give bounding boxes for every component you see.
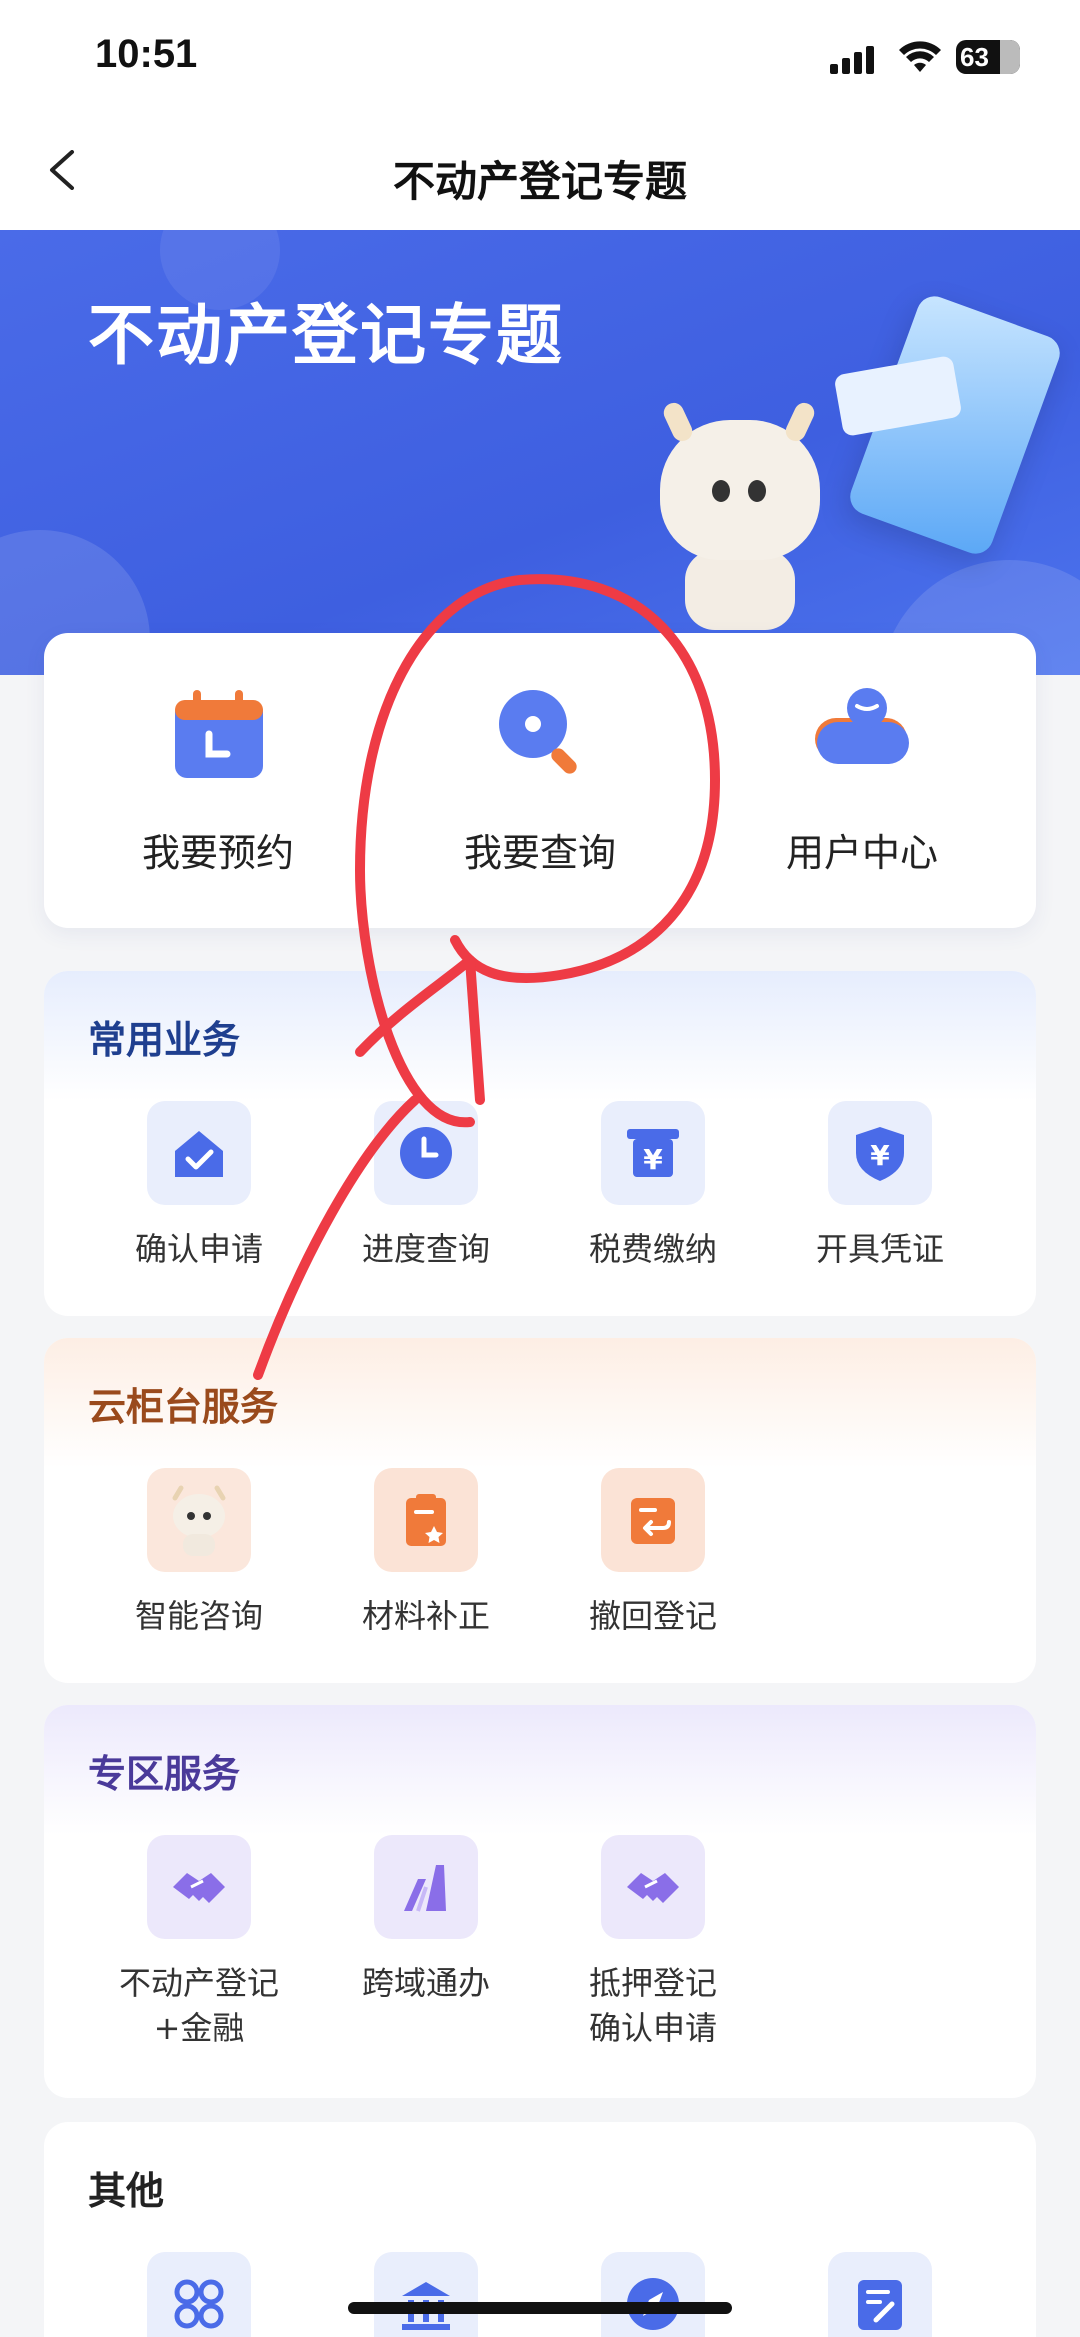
service-tax-payment[interactable]: ¥ 税费缴纳: [553, 1101, 753, 1272]
section-title: 专区服务: [88, 1752, 241, 1796]
service-label: 开具凭证: [815, 1230, 944, 1268]
clipboard-star-icon: [374, 1468, 478, 1572]
service-label: 确认申请: [134, 1230, 263, 1268]
quick-action-user-center[interactable]: 用户中心: [732, 678, 992, 877]
quick-action-label: 我要查询: [463, 831, 616, 875]
home-indicator: [348, 2302, 732, 2314]
service-label: 材料补正: [361, 1597, 490, 1635]
user-toggle-icon: [807, 678, 917, 788]
banner-title: 不动产登记专题: [88, 297, 564, 374]
clock-icon: [374, 1101, 478, 1205]
quick-action-appointment[interactable]: 我要预约: [88, 678, 348, 877]
section-title: 云柜台服务: [88, 1385, 279, 1429]
svg-text:¥: ¥: [870, 1139, 890, 1172]
section-special-zone: 专区服务 不动产登记 +金融 跨域通办 抵押登记 确认申请: [44, 1705, 1036, 2098]
service-smart-consult[interactable]: 智能咨询: [99, 1468, 299, 1639]
mascot-icon: [147, 1468, 251, 1572]
other-edit-doc[interactable]: [780, 2252, 980, 2337]
other-compass[interactable]: [553, 2252, 753, 2337]
service-label: 抵押登记 确认申请: [553, 1961, 753, 2051]
edit-doc-icon: [828, 2252, 932, 2337]
service-confirm-application[interactable]: 确认申请: [99, 1101, 299, 1272]
service-label: 跨域通办: [361, 1964, 490, 2002]
service-label: 不动产登记 +金融: [99, 1961, 299, 2051]
section-title: 其他: [88, 2169, 165, 2213]
search-icon: [485, 678, 595, 788]
service-label-line2: +金融: [153, 2008, 245, 2047]
mascot-illustration: [640, 399, 840, 640]
battery-indicator: 63: [956, 40, 1020, 74]
quick-action-label: 我要预约: [141, 831, 294, 875]
house-check-icon: [147, 1101, 251, 1205]
wifi-icon: [899, 41, 941, 72]
status-bar: 10:51 63: [0, 0, 1080, 110]
service-label-line2: 确认申请: [588, 2008, 717, 2047]
hero-banner: 不动产登记专题: [0, 230, 1080, 675]
quick-action-label: 用户中心: [785, 831, 938, 875]
service-mortgage-confirm[interactable]: 抵押登记 确认申请: [553, 1835, 753, 2051]
service-cross-region[interactable]: 跨域通办: [326, 1835, 526, 2006]
section-title: 常用业务: [88, 1018, 241, 1062]
calendar-icon: [163, 678, 273, 788]
route-icon: [374, 1835, 478, 1939]
service-withdraw-registration[interactable]: 撤回登记: [553, 1468, 753, 1639]
compass-icon: [601, 2252, 705, 2337]
status-time: 10:51: [95, 32, 198, 76]
other-apps[interactable]: [99, 2252, 299, 2337]
service-label-line1: 抵押登记: [588, 1964, 717, 2002]
apps-icon: [147, 2252, 251, 2337]
service-label: 进度查询: [361, 1230, 490, 1268]
service-label: 税费缴纳: [588, 1230, 717, 1268]
bank-icon: [374, 2252, 478, 2337]
navigation-bar: 不动产登记专题: [0, 110, 1080, 230]
quick-actions-card: 我要预约 我要查询 用户中心: [44, 633, 1036, 928]
page-title: 不动产登记专题: [392, 157, 687, 206]
undo-doc-icon: [601, 1468, 705, 1572]
handshake-icon: [147, 1835, 251, 1939]
service-material-correction[interactable]: 材料补正: [326, 1468, 526, 1639]
service-label-line1: 不动产登记: [118, 1964, 279, 2002]
section-cloud-counter: 云柜台服务 智能咨询 材料补正 撤回登记: [44, 1338, 1036, 1683]
service-issue-certificate[interactable]: ¥ 开具凭证: [780, 1101, 980, 1272]
service-label: 撤回登记: [588, 1597, 717, 1635]
svg-text:¥: ¥: [643, 1143, 663, 1176]
other-bank[interactable]: [326, 2252, 526, 2337]
quick-action-query[interactable]: 我要查询: [410, 678, 670, 877]
service-progress-query[interactable]: 进度查询: [326, 1101, 526, 1272]
service-label: 智能咨询: [134, 1597, 263, 1635]
handshake-icon: [601, 1835, 705, 1939]
service-registration-finance[interactable]: 不动产登记 +金融: [99, 1835, 299, 2051]
battery-level: 63: [960, 42, 989, 72]
cellular-signal-icon: [830, 44, 880, 74]
section-common-services: 常用业务 确认申请 进度查询 ¥ 税费缴纳 ¥ 开具凭证: [44, 971, 1036, 1316]
yen-shield-icon: ¥: [828, 1101, 932, 1205]
yen-box-icon: ¥: [601, 1101, 705, 1205]
